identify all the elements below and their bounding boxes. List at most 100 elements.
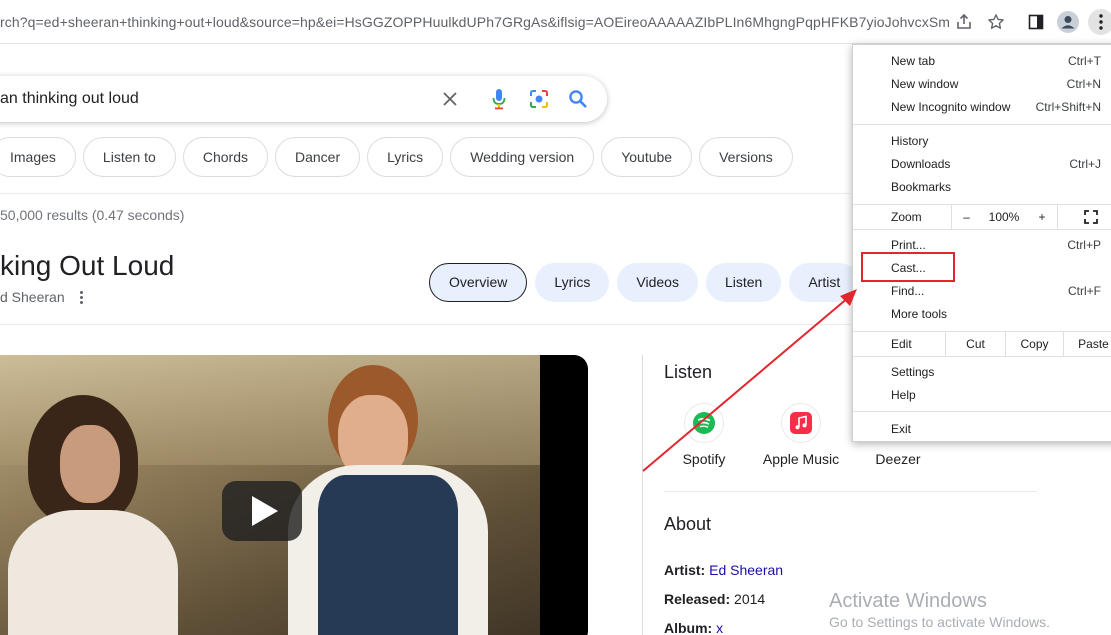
service-label: Apple Music <box>762 451 840 467</box>
chip-versions[interactable]: Versions <box>699 137 793 177</box>
menu-separator <box>853 124 1111 125</box>
menu-label: More tools <box>891 307 948 321</box>
divider <box>664 491 1037 492</box>
apple-music-icon <box>781 403 821 443</box>
chip-wedding-version[interactable]: Wedding version <box>450 137 595 177</box>
service-apple-music[interactable]: Apple Music <box>751 403 851 467</box>
chip-dancer[interactable]: Dancer <box>275 137 361 177</box>
service-label: Spotify <box>682 451 726 467</box>
menu-item-downloads[interactable]: Downloads Ctrl+J <box>853 153 1111 176</box>
side-panel-icon[interactable] <box>1024 10 1048 34</box>
more-options-icon[interactable] <box>76 288 86 306</box>
fact-label: Artist: <box>664 562 706 578</box>
menu-item-help[interactable]: Help <box>853 384 1111 407</box>
zoom-level: 100% <box>988 210 1020 224</box>
zoom-label: Zoom <box>891 210 922 224</box>
kp-tabs: Overview Lyrics Videos Listen Artist <box>429 263 860 302</box>
tab-videos[interactable]: Videos <box>617 263 698 302</box>
service-spotify[interactable]: Spotify <box>654 403 754 467</box>
menu-separator <box>853 356 1111 357</box>
profile-avatar-icon[interactable] <box>1056 10 1080 34</box>
listen-heading: Listen <box>664 362 713 382</box>
cut-button[interactable]: Cut <box>945 332 1005 356</box>
menu-label: History <box>891 134 929 148</box>
chip-youtube[interactable]: Youtube <box>601 137 693 177</box>
play-icon <box>252 496 278 526</box>
browser-toolbar: rch?q=ed+sheeran+thinking+out+loud&sourc… <box>0 0 1111 44</box>
clear-icon[interactable] <box>438 87 462 111</box>
chip-images[interactable]: Images <box>0 137 76 177</box>
fullscreen-icon[interactable] <box>1057 205 1111 229</box>
activate-windows-subtitle: Go to Settings to activate Windows. <box>829 614 1050 630</box>
page: rch?q=ed+sheeran+thinking+out+loud&sourc… <box>0 0 1111 635</box>
menu-item-new-incognito-window[interactable]: New Incognito window Ctrl+Shift+N <box>853 96 1111 119</box>
menu-separator <box>853 411 1111 412</box>
service-label: Deezer <box>875 451 921 467</box>
menu-item-exit[interactable]: Exit <box>853 418 1111 441</box>
chip-chords[interactable]: Chords <box>182 137 268 177</box>
paste-button[interactable]: Paste <box>1063 332 1111 356</box>
menu-shortcut: Ctrl+Shift+N <box>1035 100 1101 114</box>
menu-item-history[interactable]: History <box>853 130 1111 153</box>
voice-search-icon[interactable] <box>487 87 511 111</box>
tab-listen[interactable]: Listen <box>705 263 782 302</box>
album-link[interactable]: x <box>716 620 723 635</box>
search-box[interactable]: an thinking out loud <box>0 76 607 122</box>
menu-shortcut: Ctrl+T <box>1068 54 1101 68</box>
menu-separator <box>853 229 1111 230</box>
zoom-out-button[interactable]: – <box>951 205 981 229</box>
menu-shortcut: Ctrl+P <box>1067 238 1101 252</box>
menu-item-settings[interactable]: Settings <box>853 361 1111 384</box>
menu-item-new-tab[interactable]: New tab Ctrl+T <box>853 50 1111 73</box>
tab-lyrics[interactable]: Lyrics <box>535 263 610 302</box>
menu-item-new-window[interactable]: New window Ctrl+N <box>853 73 1111 96</box>
menu-label: Bookmarks <box>891 180 952 194</box>
menu-zoom-row: Zoom – 100% + <box>853 205 1111 229</box>
edit-label: Edit <box>891 337 912 351</box>
search-query-input[interactable]: an thinking out loud <box>0 76 139 122</box>
divider <box>0 193 850 194</box>
tab-artist[interactable]: Artist <box>789 263 860 302</box>
chrome-menu-kebab-icon[interactable] <box>1088 9 1111 35</box>
menu-shortcut: Ctrl+N <box>1066 77 1101 91</box>
search-icon[interactable] <box>566 87 590 111</box>
menu-label: Help <box>891 388 916 402</box>
lens-search-icon[interactable] <box>527 87 551 111</box>
menu-label: New tab <box>891 54 936 68</box>
chip-lyrics[interactable]: Lyrics <box>367 137 444 177</box>
menu-label: Exit <box>891 422 912 436</box>
play-button[interactable] <box>222 481 302 541</box>
menu-item-more-tools[interactable]: More tools <box>853 303 1111 326</box>
search-filter-chips: Images Listen to Chords Dancer Lyrics We… <box>0 137 793 177</box>
cast-highlight-box <box>861 252 955 282</box>
tab-overview[interactable]: Overview <box>429 263 528 302</box>
menu-label: New window <box>891 77 959 91</box>
menu-item-find[interactable]: Find... Ctrl+F <box>853 280 1111 303</box>
menu-item-bookmarks[interactable]: Bookmarks <box>853 176 1111 199</box>
activate-windows-title: Activate Windows <box>829 590 987 612</box>
share-icon[interactable] <box>952 10 976 34</box>
spotify-icon <box>684 403 724 443</box>
kp-subtitle[interactable]: d Sheeran <box>0 289 65 305</box>
divider <box>0 324 850 325</box>
fact-label: Album: <box>664 620 713 635</box>
menu-shortcut: Ctrl+J <box>1069 157 1101 171</box>
bookmark-star-icon[interactable] <box>984 10 1008 34</box>
fact-value: 2014 <box>734 591 766 607</box>
menu-label: Settings <box>891 365 935 379</box>
menu-label: New Incognito window <box>891 100 1011 114</box>
chrome-menu: New tab Ctrl+T New window Ctrl+N New Inc… <box>852 44 1111 442</box>
address-bar[interactable]: rch?q=ed+sheeran+thinking+out+loud&sourc… <box>0 8 950 36</box>
about-heading: About <box>664 514 712 534</box>
fact-album: Album: x <box>664 620 723 635</box>
kp-title: king Out Loud <box>0 250 175 281</box>
chip-listen-to[interactable]: Listen to <box>82 137 176 177</box>
artist-link[interactable]: Ed Sheeran <box>709 562 783 578</box>
zoom-in-button[interactable]: + <box>1027 205 1057 229</box>
copy-button[interactable]: Copy <box>1005 332 1063 356</box>
menu-shortcut: Ctrl+F <box>1068 284 1101 298</box>
menu-label: Find... <box>891 284 925 298</box>
video-player[interactable] <box>0 355 588 635</box>
result-stats: 50,000 results (0.47 seconds) <box>0 207 185 223</box>
fact-released: Released: 2014 <box>664 591 765 607</box>
